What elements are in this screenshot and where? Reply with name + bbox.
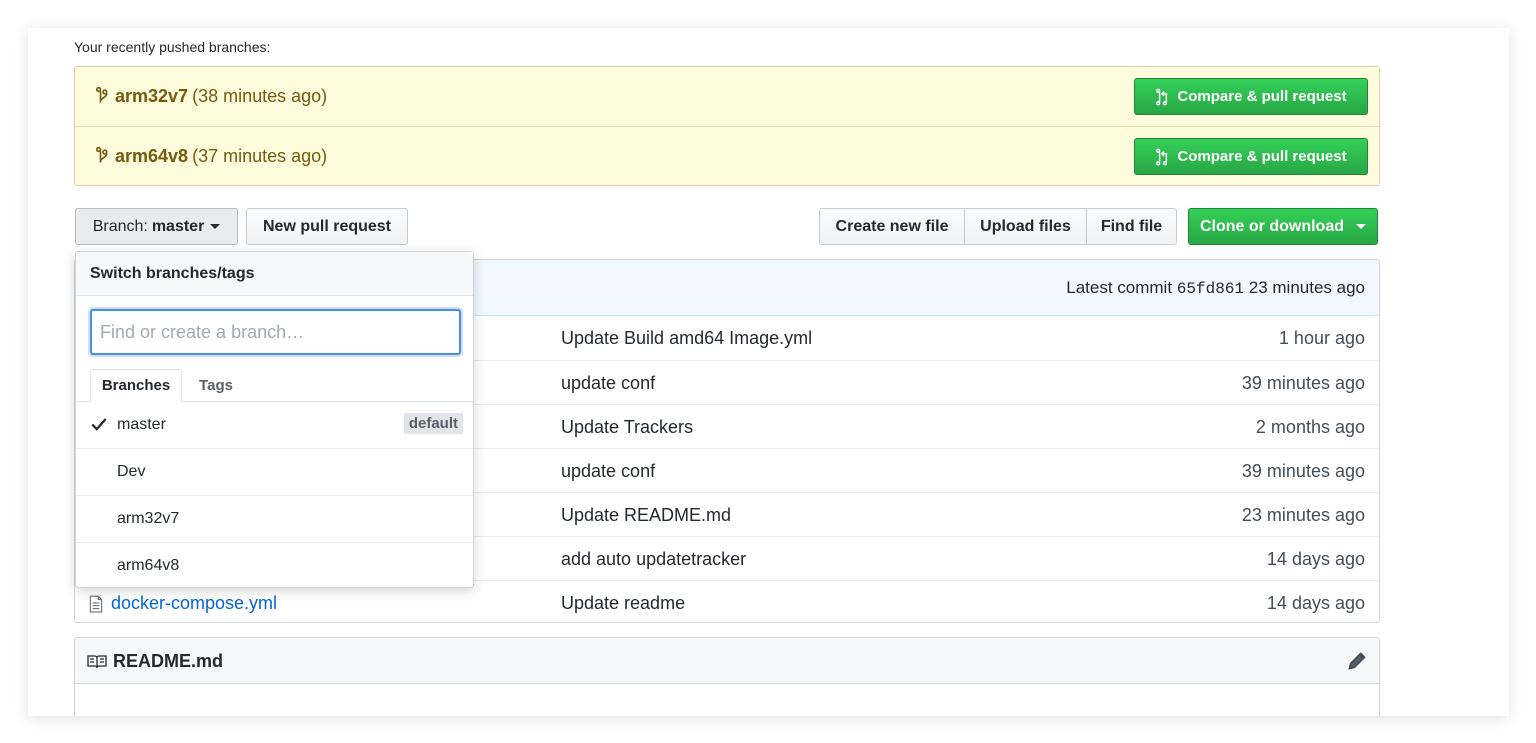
find-file-button[interactable]: Find file [1087,208,1177,245]
pencil-icon[interactable] [1347,651,1367,671]
clone-label: Clone or download [1200,217,1344,235]
upload-files-button[interactable]: Upload files [965,208,1087,245]
default-badge: default [403,413,463,434]
branch-item[interactable]: Dev [76,449,473,496]
git-branch-icon [96,86,108,103]
clone-or-download-button[interactable]: Clone or download [1188,208,1378,245]
branch-item[interactable]: arm64v8 [76,543,473,590]
commit-age: 14 days ago [1266,593,1365,613]
commit-age: 23 minutes ago [1241,505,1365,525]
commit-age: 39 minutes ago [1241,373,1365,393]
commit-sha[interactable]: 65fd861 [1177,280,1244,298]
recent-branch: arm32v7 (38 minutes ago) [95,86,327,107]
file-actions-group: Create new file Upload files Find file [819,208,1177,245]
file-icon [89,595,103,612]
branch-item-name: arm32v7 [117,510,180,527]
git-branch-icon [96,146,108,163]
branch-dropdown: Switch branches/tags Branches Tags maste… [75,251,474,588]
create-new-file-button[interactable]: Create new file [819,208,965,245]
caret-down-icon [210,224,221,229]
new-pull-request-button[interactable]: New pull request [246,208,408,245]
readme-panel: README.md [74,637,1380,716]
recent-branch-row: arm32v7 (38 minutes ago) Compare & pull … [75,67,1379,127]
dropdown-title: Switch branches/tags [90,265,255,282]
branch-item[interactable]: master default [76,402,473,449]
branch-current: master [151,217,205,235]
commit-message[interactable]: Update readme [561,593,685,614]
recent-branch-name[interactable]: arm32v7 [115,86,188,107]
recent-branches-label: Your recently pushed branches: [74,39,271,55]
pull-request-icon [1156,148,1168,165]
compare-label: Compare & pull request [1177,88,1347,105]
commit-age: 14 days ago [1266,549,1365,569]
branch-item-name: Dev [117,463,146,480]
book-icon [87,654,107,668]
commit-message[interactable]: update conf [561,373,655,394]
commit-message[interactable]: add auto updatetracker [561,549,746,570]
commit-age: 1 hour ago [1278,328,1365,348]
commit-age: 2 months ago [1255,417,1365,437]
branch-item-name: arm64v8 [117,557,180,574]
pull-request-icon [1156,88,1168,105]
file-name[interactable]: docker-compose.yml [111,593,277,614]
tab-branches[interactable]: Branches [90,369,182,402]
commit-message[interactable]: Update README.md [561,505,731,526]
branch-select-button[interactable]: Branch: master [75,208,238,245]
readme-filename: README.md [113,651,224,671]
repo-page: Your recently pushed branches: arm32v7 (… [28,28,1509,716]
branch-filter-input[interactable] [90,309,461,355]
recent-branch-age: (37 minutes ago) [192,146,328,166]
recent-branch: arm64v8 (37 minutes ago) [95,146,327,167]
dropdown-tabs: Branches Tags [76,369,473,402]
branch-item-name: master [117,416,166,433]
readme-header: README.md [75,638,1379,684]
recent-branches-box: arm32v7 (38 minutes ago) Compare & pull … [74,66,1380,186]
commit-age: 23 minutes ago [1248,278,1365,297]
compare-label: Compare & pull request [1177,148,1347,165]
latest-commit-prefix: Latest commit [1066,278,1173,297]
recent-branch-row: arm64v8 (37 minutes ago) Compare & pull … [75,127,1379,187]
commit-message[interactable]: Update Trackers [561,417,693,438]
commit-age: 39 minutes ago [1241,461,1365,481]
check-icon [91,418,107,431]
branch-prefix: Branch: [92,217,148,235]
compare-pull-request-button[interactable]: Compare & pull request [1134,78,1368,115]
recent-branch-age: (38 minutes ago) [192,86,328,106]
commit-message[interactable]: update conf [561,461,655,482]
tab-tags[interactable]: Tags [184,369,248,402]
file-link[interactable]: docker-compose.yml [89,593,277,614]
latest-commit: Latest commit 65fd861 23 minutes ago [1066,278,1365,298]
readme-title: README.md [87,651,223,672]
recent-branch-name[interactable]: arm64v8 [115,146,188,167]
caret-down-icon [1356,224,1366,229]
dropdown-header: Switch branches/tags [76,252,473,296]
compare-pull-request-button[interactable]: Compare & pull request [1134,138,1368,175]
commit-message[interactable]: Update Build amd64 Image.yml [561,328,812,349]
branch-item[interactable]: arm32v7 [76,496,473,543]
